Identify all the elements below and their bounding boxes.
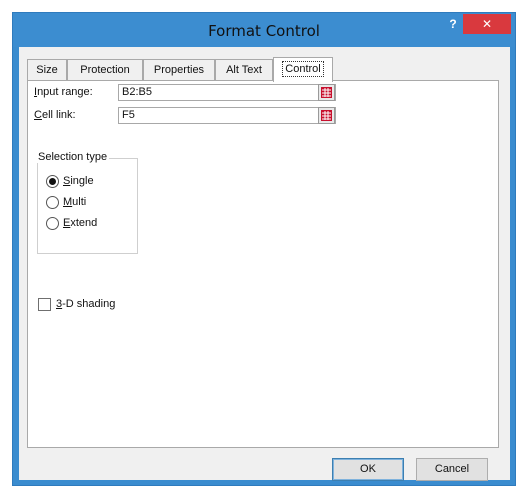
input-range-collapse-icon[interactable] xyxy=(318,84,335,101)
3d-shading-text: -D shading xyxy=(62,298,116,310)
input-range-field[interactable]: B2:B5 xyxy=(118,84,336,101)
dialog-body: Size Protection Properties Alt Text Cont… xyxy=(19,47,510,481)
title-bar[interactable]: Format Control ? ✕ xyxy=(13,13,515,47)
input-range-label-text: nput range: xyxy=(37,86,93,98)
dialog-title: Format Control xyxy=(208,22,320,40)
radio-single-text: ingle xyxy=(70,175,94,187)
tab-alt-text[interactable]: Alt Text xyxy=(215,59,273,81)
radio-multi-text: ulti xyxy=(72,196,87,208)
radio-extend-indicator[interactable] xyxy=(46,217,59,230)
tab-protection[interactable]: Protection xyxy=(67,59,143,81)
radio-single-indicator[interactable] xyxy=(46,175,59,188)
radio-multi-indicator[interactable] xyxy=(46,196,59,209)
ok-button[interactable]: OK xyxy=(332,458,404,481)
radio-multi-accel: M xyxy=(63,196,73,208)
control-tab-panel: Input range: B2:B5 Cell link: F5 Selecti… xyxy=(27,80,499,448)
cell-link-collapse-icon[interactable] xyxy=(318,107,335,124)
radio-extend-text: xtend xyxy=(70,217,98,229)
format-control-dialog: Format Control ? ✕ Size Protection Prope… xyxy=(12,12,516,486)
radio-extend-label: Extend xyxy=(63,217,97,229)
3d-shading-checkbox[interactable] xyxy=(38,298,51,311)
cell-link-label-text: ell link: xyxy=(41,109,76,121)
cell-link-accel: C xyxy=(34,109,42,121)
cell-link-field[interactable]: F5 xyxy=(118,107,336,124)
cancel-button[interactable]: Cancel xyxy=(416,458,488,481)
input-range-label: Input range: xyxy=(34,86,93,98)
tab-size[interactable]: Size xyxy=(27,59,67,81)
3d-shading-label[interactable]: 3-D shading xyxy=(56,298,115,310)
close-button[interactable]: ✕ xyxy=(463,14,511,34)
cell-link-label: Cell link: xyxy=(34,109,76,121)
tab-properties[interactable]: Properties xyxy=(143,59,215,81)
tab-control-label: Control xyxy=(282,61,324,77)
selection-type-title: Selection type xyxy=(36,151,110,163)
radio-single-label: Single xyxy=(63,175,94,187)
tab-control[interactable]: Control xyxy=(273,57,333,82)
radio-multi-label: Multi xyxy=(63,196,86,208)
help-button[interactable]: ? xyxy=(446,15,460,33)
